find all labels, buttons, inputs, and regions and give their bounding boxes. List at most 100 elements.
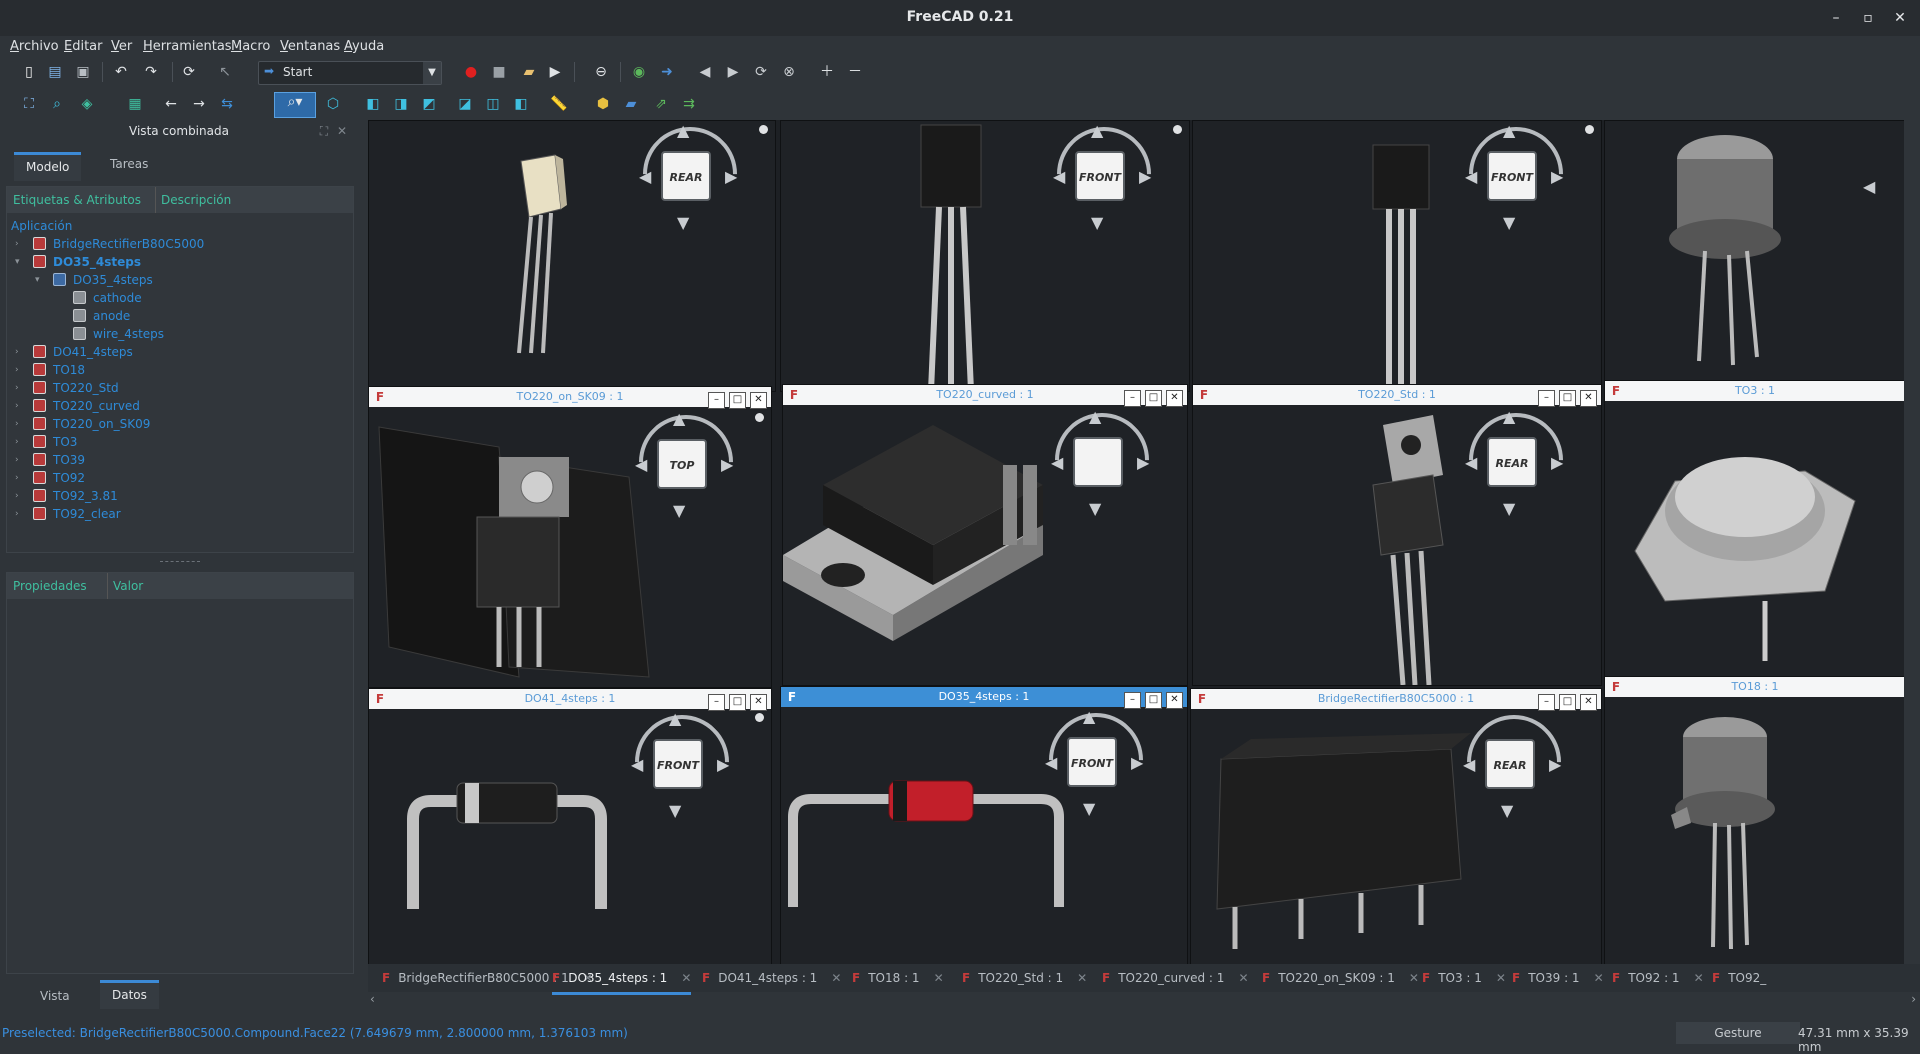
close-tab-icon[interactable]: ✕ xyxy=(1077,971,1087,985)
redo-icon[interactable]: ↷ xyxy=(142,63,160,81)
scroll-right-icon[interactable]: › xyxy=(1911,992,1916,1006)
navcube[interactable]: FRONT ◀ ▶ ▲ ▼ xyxy=(1037,121,1171,243)
document-tab[interactable]: F TO220_curved : 1 ✕ xyxy=(1102,964,1249,992)
view-to220-std[interactable]: F TO220_Std : 1 – □ ✕ REAR ◀ ▶ ▲ ▼ xyxy=(1192,384,1602,686)
props-header-value[interactable]: Valor xyxy=(107,573,143,599)
close-tab-icon[interactable]: ✕ xyxy=(831,971,841,985)
navcube[interactable]: FRONT ◀ ▶ ▲ ▼ xyxy=(615,695,749,831)
navcube-face[interactable]: REAR xyxy=(1487,437,1537,487)
save-file-icon[interactable]: ▣ xyxy=(74,63,92,81)
menu-ver[interactable]: Ver xyxy=(111,39,132,54)
forward-icon[interactable]: ▶ xyxy=(724,63,742,81)
stop-icon[interactable]: ⊗ xyxy=(780,63,798,81)
dock-float-icon[interactable]: ⛶ xyxy=(316,123,332,139)
reload-icon[interactable]: ⟳ xyxy=(752,63,770,81)
tree-item[interactable]: › DO41_4steps xyxy=(7,343,353,361)
group-icon[interactable]: ▰ xyxy=(622,95,640,113)
tree-item[interactable]: › TO220_curved xyxy=(7,397,353,415)
document-tab[interactable]: F TO18 : 1 ✕ xyxy=(852,964,944,992)
tree-item[interactable]: cathode xyxy=(7,289,353,307)
navigation-style-button[interactable]: Gesture xyxy=(1676,1022,1800,1044)
navcube-face[interactable]: FRONT xyxy=(653,739,703,789)
tree-header-description[interactable]: Descripción xyxy=(155,187,231,213)
expand-arrow-icon[interactable]: ▾ xyxy=(15,253,25,271)
navcube[interactable]: TOP ◀ ▶ ▲ ▼ xyxy=(619,395,753,531)
expand-arrow-icon[interactable]: › xyxy=(15,235,25,253)
navcube[interactable]: REAR ◀ ▶ ▼ xyxy=(1447,695,1581,831)
back-icon[interactable]: ◀ xyxy=(696,63,714,81)
measure-distance-icon[interactable]: 📏 xyxy=(550,95,568,113)
document-tab[interactable]: F DO41_4steps : 1 ✕ xyxy=(702,964,841,992)
top-view-icon[interactable]: ◨ xyxy=(392,95,410,113)
tree-item[interactable]: › TO220_Std xyxy=(7,379,353,397)
view-to92[interactable]: FRONT ◀ ▶ ▲ ▼ xyxy=(780,120,1190,392)
navcube[interactable]: FRONT ◀ ▶ ▲ ▼ xyxy=(1029,693,1163,829)
document-tab[interactable]: F DO35_4steps : 1 ✕ xyxy=(552,964,692,995)
zoom-in-icon[interactable]: ＋ xyxy=(818,63,836,81)
zoom-out-icon[interactable]: － xyxy=(846,63,864,81)
view-forward-icon[interactable]: → xyxy=(190,95,208,113)
document-tab[interactable]: F TO220_Std : 1 ✕ xyxy=(962,964,1087,992)
close-tab-icon[interactable]: ✕ xyxy=(934,971,944,985)
close-tab-icon[interactable]: ✕ xyxy=(1594,971,1604,985)
menu-editar[interactable]: Editar xyxy=(64,39,103,54)
expand-arrow-icon[interactable]: › xyxy=(15,379,25,397)
expand-arrow-icon[interactable]: › xyxy=(15,487,25,505)
close-tab-icon[interactable]: ✕ xyxy=(1409,971,1419,985)
tree-item[interactable]: › TO220_on_SK09 xyxy=(7,415,353,433)
view-to92-381[interactable]: FRONT ◀ ▶ ▲ ▼ xyxy=(1192,120,1602,392)
macros-icon[interactable]: ▰ xyxy=(520,63,538,81)
view-to220-on-sk09[interactable]: F TO220_on_SK09 : 1 – □ ✕ TOP ◀ ▶ ▲ ▼ xyxy=(368,386,772,688)
menu-macro[interactable]: Macro xyxy=(231,39,270,54)
tree-item[interactable]: › TO39 xyxy=(7,451,353,469)
expand-arrow-icon[interactable]: › xyxy=(15,433,25,451)
props-header-property[interactable]: Propiedades xyxy=(13,579,87,593)
view-do41[interactable]: F DO41_4steps : 1 – □ ✕ FRONT ◀ ▶ ▲ ▼ xyxy=(368,688,772,970)
expand-arrow-icon[interactable]: › xyxy=(15,505,25,523)
expand-arrow-icon[interactable]: › xyxy=(15,451,25,469)
tab-tareas[interactable]: Tareas xyxy=(98,152,160,178)
view-bridge-rectifier[interactable]: F BridgeRectifierB80C5000 : 1 – □ ✕ REAR ◀… xyxy=(1190,688,1602,970)
tree-item[interactable]: ▾ DO35_4steps xyxy=(7,271,353,289)
view-to220-curved[interactable]: F TO220_curved : 1 – □ ✕ ◀ ▶ ▲ ▼ xyxy=(782,384,1188,686)
menu-archivo[interactable]: Archivo xyxy=(10,39,59,54)
fit-all-icon[interactable]: ⛶ xyxy=(20,95,38,113)
expand-arrow-icon[interactable]: › xyxy=(15,469,25,487)
part-icon[interactable]: ⬢ xyxy=(594,95,612,113)
navcube-face[interactable]: FRONT xyxy=(1067,737,1117,787)
link-icon[interactable]: ⇗ xyxy=(652,95,670,113)
tree-item[interactable]: › TO92 xyxy=(7,469,353,487)
document-tab[interactable]: F TO220_on_SK09 : 1 ✕ xyxy=(1262,964,1419,992)
expand-arrow-icon[interactable]: › xyxy=(15,397,25,415)
navcube-face[interactable]: REAR xyxy=(661,151,711,201)
dock-close-icon[interactable]: ✕ xyxy=(334,123,350,139)
web-home-icon[interactable]: ◉ xyxy=(630,63,648,81)
document-tab[interactable]: F TO92_ xyxy=(1712,964,1766,992)
navcube[interactable]: ◀ ▶ ▲ ▼ xyxy=(1035,393,1169,529)
tree-item[interactable]: › TO92_3.81 xyxy=(7,487,353,505)
view-to18[interactable]: F TO18 : 1 xyxy=(1604,676,1904,970)
web-stop-icon[interactable]: ⊖ xyxy=(592,63,610,81)
navcube-face[interactable]: FRONT xyxy=(1075,151,1125,201)
link-actions-icon[interactable]: ⇉ xyxy=(680,95,698,113)
tree-item[interactable]: anode xyxy=(7,307,353,325)
navcube-face[interactable]: REAR xyxy=(1485,739,1535,789)
tree-item[interactable]: › TO18 xyxy=(7,361,353,379)
front-view-icon[interactable]: ◧ xyxy=(364,95,382,113)
tab-vista[interactable]: Vista xyxy=(28,984,82,1010)
whats-this-icon[interactable]: ↖ xyxy=(216,63,234,81)
navcube-face[interactable]: TOP xyxy=(657,439,707,489)
view-to92-top[interactable]: REAR ◀ ▶ ▲ ▼ xyxy=(368,120,776,392)
close-tab-icon[interactable]: ✕ xyxy=(1694,971,1704,985)
horizontal-scrollbar[interactable]: ‹ › xyxy=(368,992,1920,1006)
navcube-face[interactable] xyxy=(1073,437,1123,487)
tree-item[interactable]: › TO92_clear xyxy=(7,505,353,523)
isometric-view-icon[interactable]: ⬡ xyxy=(324,95,342,113)
close-window-button[interactable]: ✕ xyxy=(1890,8,1910,28)
close-tab-icon[interactable]: ✕ xyxy=(681,971,691,985)
view-do35[interactable]: F DO35_4steps : 1 – □ ✕ FRONT ◀ ▶ ▲ ▼ xyxy=(780,686,1188,970)
menu-herramientas[interactable]: Herramientas xyxy=(143,39,232,54)
close-tab-icon[interactable]: ✕ xyxy=(1238,971,1248,985)
menu-ventanas[interactable]: Ventanas xyxy=(280,39,340,54)
draw-style-icon[interactable]: ◈ xyxy=(78,95,96,113)
